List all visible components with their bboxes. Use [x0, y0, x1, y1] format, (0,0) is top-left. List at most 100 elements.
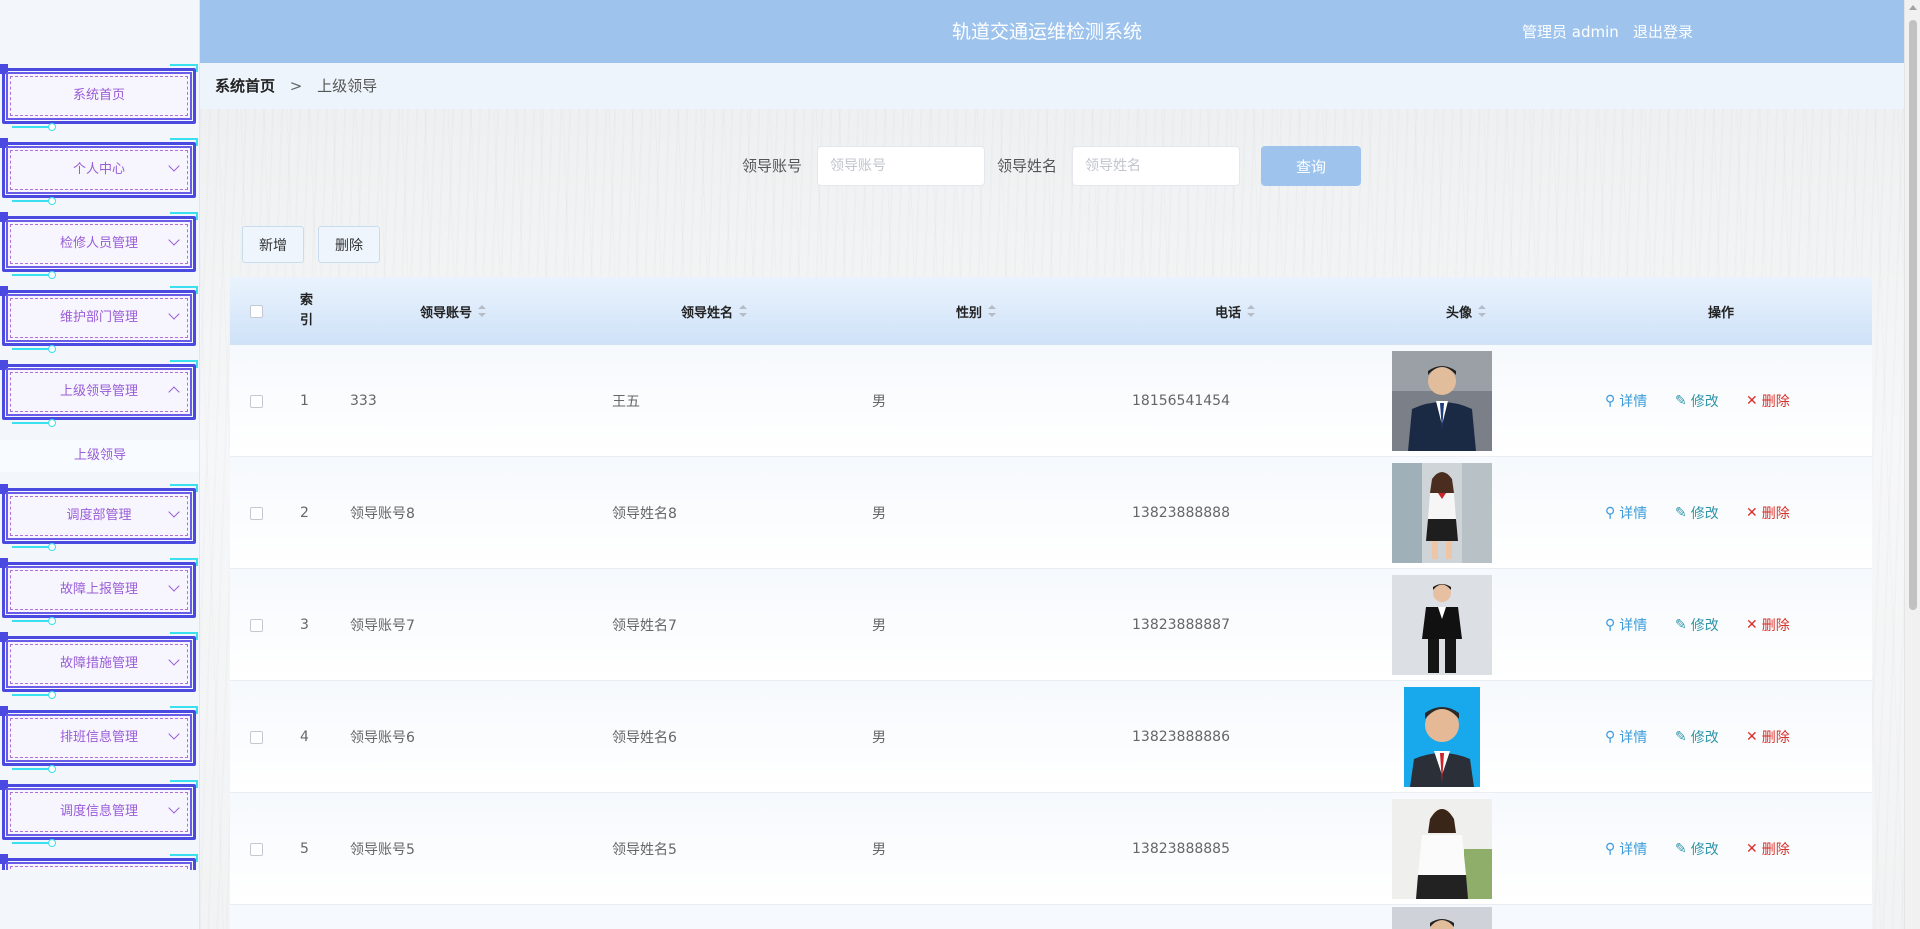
close-icon: ✕: [1746, 841, 1758, 857]
detail-button[interactable]: ⚲ 详情: [1605, 569, 1647, 681]
search-icon: ⚲: [1605, 841, 1616, 857]
detail-button[interactable]: ⚲ 详情: [1605, 345, 1647, 457]
edit-label: 修改: [1690, 730, 1719, 746]
delete-label: 删除: [1761, 394, 1790, 410]
header-avatar[interactable]: 头像: [1446, 277, 1487, 345]
header-name-label: 领导姓名: [681, 305, 734, 321]
detail-button[interactable]: ⚲ 详情: [1605, 793, 1647, 905]
cell-name: 王五: [612, 394, 640, 410]
delete-label: 删除: [1761, 506, 1790, 522]
sidebar-item-home[interactable]: 系统首页: [0, 64, 199, 131]
edit-button[interactable]: ✎ 修改: [1675, 681, 1719, 793]
sort-icon[interactable]: [1247, 305, 1256, 317]
edit-label: 修改: [1690, 842, 1719, 858]
sidebar-item-label: 故障措施管理: [59, 656, 138, 671]
select-all-checkbox[interactable]: [250, 304, 263, 318]
table-row-partial: [230, 905, 1872, 929]
scroll-up-arrow-icon[interactable]: [1909, 5, 1917, 10]
detail-label: 详情: [1619, 506, 1648, 522]
sidebar-item-dispatch-info[interactable]: 调度信息管理: [0, 780, 199, 847]
sidebar: 系统首页 个人中心 检修人员管理 维护部门管理 上级领导管理 上级领导 调度部管…: [0, 0, 200, 929]
header-name[interactable]: 领导姓名: [681, 277, 748, 345]
cell-name: 领导姓名5: [612, 842, 677, 858]
pencil-icon: ✎: [1675, 729, 1687, 745]
sidebar-item-schedule-info[interactable]: 排班信息管理: [0, 706, 199, 773]
edit-button[interactable]: ✎ 修改: [1675, 569, 1719, 681]
breadcrumb: 系统首页 > 上级领导: [200, 63, 1904, 109]
cell-account: 333: [350, 393, 377, 409]
delete-label: 删除: [1761, 842, 1790, 858]
pencil-icon: ✎: [1675, 393, 1687, 409]
sidebar-item-maintenance-staff[interactable]: 检修人员管理: [0, 212, 199, 279]
header-phone[interactable]: 电话: [1215, 277, 1256, 345]
delete-row-button[interactable]: ✕ 删除: [1746, 457, 1790, 569]
row-checkbox[interactable]: [250, 506, 263, 520]
sidebar-item-maintenance-dept[interactable]: 维护部门管理: [0, 286, 199, 353]
sidebar-item-label: 检修人员管理: [59, 236, 138, 251]
page-scrollbar[interactable]: [1904, 0, 1920, 929]
sidebar-item-personal-center[interactable]: 个人中心: [0, 138, 199, 205]
delete-row-button[interactable]: ✕ 删除: [1746, 345, 1790, 457]
delete-row-button[interactable]: ✕ 删除: [1746, 569, 1790, 681]
avatar-partial-icon: [1392, 907, 1492, 929]
avatar-man-id-photo-icon: [1404, 687, 1480, 787]
edit-button[interactable]: ✎ 修改: [1675, 345, 1719, 457]
detail-label: 详情: [1619, 842, 1648, 858]
query-button[interactable]: 查询: [1261, 146, 1361, 186]
cell-account: 领导账号5: [350, 842, 415, 858]
edit-label: 修改: [1690, 618, 1719, 634]
breadcrumb-home[interactable]: 系统首页: [215, 77, 275, 95]
top-header: 轨道交通运维检测系统 管理员 admin 退出登录: [200, 0, 1904, 63]
sidebar-item-label: 维护部门管理: [59, 310, 138, 325]
cell-index: 5: [300, 841, 309, 857]
delete-row-button[interactable]: ✕ 删除: [1746, 793, 1790, 905]
close-icon: ✕: [1746, 729, 1758, 745]
add-button[interactable]: 新增: [242, 226, 304, 263]
breadcrumb-current: 上级领导: [317, 77, 378, 95]
pencil-icon: ✎: [1675, 617, 1687, 633]
sort-icon[interactable]: [988, 305, 997, 317]
sort-icon[interactable]: [478, 305, 487, 317]
avatar: [1392, 351, 1492, 451]
sidebar-item-label: 调度信息管理: [59, 804, 138, 819]
delete-row-button[interactable]: ✕ 删除: [1746, 681, 1790, 793]
account-search-input[interactable]: [817, 146, 985, 186]
submenu-item-superior-leader[interactable]: 上级领导: [0, 440, 199, 472]
header-account[interactable]: 领导账号: [420, 277, 487, 345]
sidebar-item-label: 故障上报管理: [59, 582, 138, 597]
detail-button[interactable]: ⚲ 详情: [1605, 681, 1647, 793]
sort-icon[interactable]: [739, 305, 748, 317]
cell-name: 领导姓名8: [612, 506, 677, 522]
edit-label: 修改: [1690, 506, 1719, 522]
table-row: 3 领导账号7 领导姓名7 男 13823888887 ⚲ 详情 ✎ 修改 ✕ 删除: [230, 569, 1872, 681]
row-checkbox[interactable]: [250, 618, 263, 632]
avatar-man-suit-icon: [1392, 351, 1492, 451]
detail-button[interactable]: ⚲ 详情: [1605, 457, 1647, 569]
cell-account: 领导账号6: [350, 730, 415, 746]
edit-button[interactable]: ✎ 修改: [1675, 793, 1719, 905]
avatar: [1404, 687, 1480, 787]
row-checkbox[interactable]: [250, 394, 263, 408]
edit-button[interactable]: ✎ 修改: [1675, 457, 1719, 569]
sidebar-item-label: 排班信息管理: [59, 730, 138, 745]
sidebar-item-fault-report[interactable]: 故障上报管理: [0, 558, 199, 625]
detail-label: 详情: [1619, 618, 1648, 634]
sidebar-item-superior-leader[interactable]: 上级领导管理: [0, 360, 199, 427]
cell-phone: 13823888885: [1132, 841, 1230, 857]
sidebar-item-label: 上级领导管理: [59, 384, 138, 399]
sidebar-item-dispatch-dept[interactable]: 调度部管理: [0, 484, 199, 551]
row-checkbox-cell: [250, 681, 263, 793]
delete-button[interactable]: 删除: [318, 226, 380, 263]
sidebar-item-label: 调度部管理: [66, 508, 132, 523]
name-search-input[interactable]: [1072, 146, 1240, 186]
logout-link[interactable]: 退出登录: [1633, 0, 1693, 63]
row-checkbox[interactable]: [250, 730, 263, 744]
sidebar-item-fault-measures[interactable]: 故障措施管理: [0, 632, 199, 699]
avatar-man-suit-icon: [1392, 575, 1492, 675]
row-checkbox-cell: [250, 457, 263, 569]
header-gender[interactable]: 性别: [956, 277, 997, 345]
row-checkbox[interactable]: [250, 842, 263, 856]
scroll-thumb[interactable]: [1909, 20, 1917, 610]
breadcrumb-separator: >: [289, 77, 303, 95]
sort-icon[interactable]: [1478, 305, 1487, 317]
